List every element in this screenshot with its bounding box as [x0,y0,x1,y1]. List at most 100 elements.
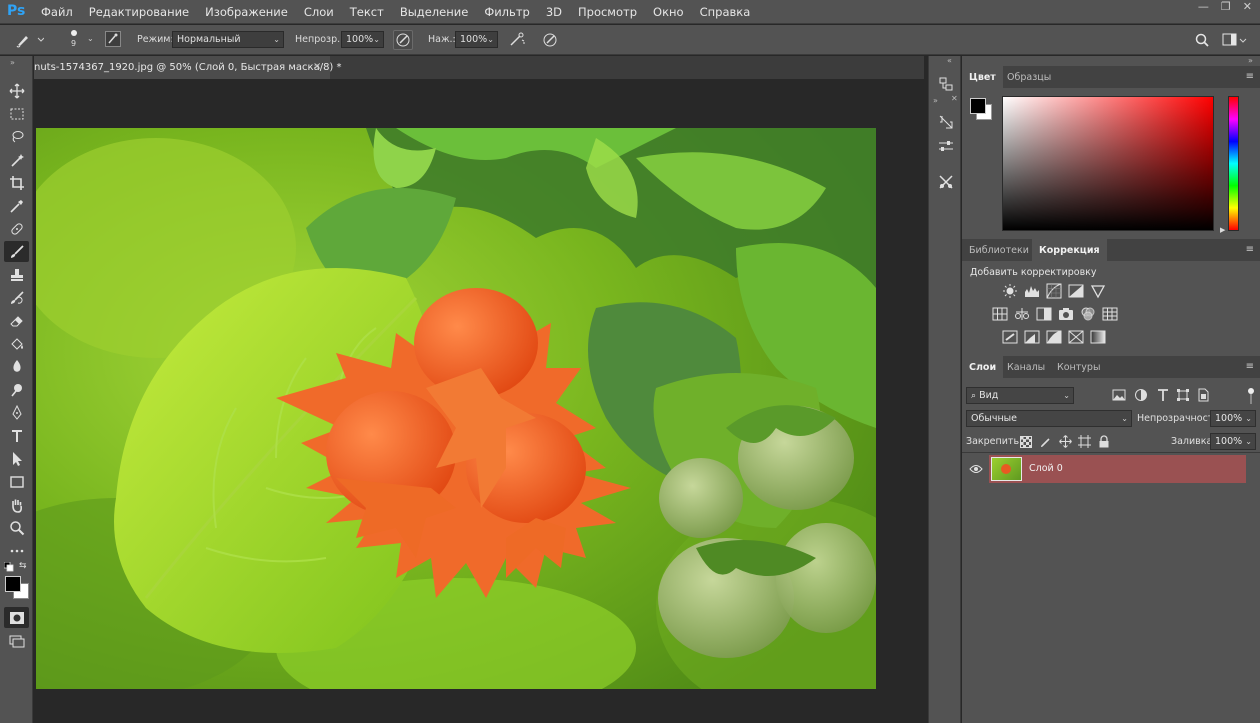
filter-toggle[interactable] [1246,387,1256,405]
workspace-icon[interactable] [1222,32,1248,48]
panel-menu-icon[interactable]: ≡ [1246,71,1254,82]
move-tool-icon[interactable] [4,80,29,101]
collapse-arrows-icon[interactable]: » [933,96,938,105]
document-tab[interactable]: nuts-1574367_1920.jpg @ 50% (Слой 0, Быс… [34,56,342,79]
black-white-icon[interactable] [1036,306,1052,322]
menu-view[interactable]: Просмотр [578,5,637,19]
more-tools-icon[interactable] [4,540,29,561]
quick-mask-icon[interactable] [4,607,29,628]
exposure-icon[interactable] [1068,283,1084,299]
blur-tool-icon[interactable] [4,356,29,377]
close-window-button[interactable]: ✕ [1243,0,1252,13]
menu-help[interactable]: Справка [700,5,751,19]
brush-tool-icon[interactable] [4,241,29,262]
eraser-tool-icon[interactable] [4,310,29,331]
path-selection-tool-icon[interactable] [4,448,29,469]
posterize-icon[interactable] [1024,329,1040,345]
filter-shape-icon[interactable] [1176,388,1192,404]
brush-size-picker[interactable]: 9 ⌄ [64,28,94,52]
type-tool-icon[interactable] [4,425,29,446]
opacity-input[interactable]: 100% ⌄ [341,31,384,48]
filter-pixel-icon[interactable] [1112,388,1128,404]
hue-saturation-icon[interactable] [992,306,1008,322]
tab-layers[interactable]: Слои [962,356,1004,378]
brush-tool-preset-icon[interactable] [14,31,44,49]
fill-input[interactable]: 100% ⌄ [1210,433,1256,450]
blend-mode-select[interactable]: Обычные ⌄ [966,410,1132,427]
lock-artboard-icon[interactable] [1078,435,1094,451]
color-field[interactable] [1002,96,1214,231]
panel-menu-icon[interactable]: ≡ [1246,361,1254,372]
history-brush-tool-icon[interactable] [4,287,29,308]
color-lookup-icon[interactable] [1102,306,1118,322]
default-colors-icon[interactable] [4,562,14,572]
hand-tool-icon[interactable] [4,494,29,515]
menu-file[interactable]: Файл [41,5,73,19]
adjustments-panel-icon[interactable] [934,136,957,156]
tool-presets-icon[interactable] [934,172,957,192]
flow-input[interactable]: 100% ⌄ [455,31,498,48]
layer-row[interactable]: Слой 0 [962,455,1260,483]
mode-select[interactable]: Нормальный ⌄ [172,31,284,48]
color-balance-icon[interactable] [1014,306,1030,322]
brush-panel-icon[interactable] [105,31,121,47]
properties-panel-icon[interactable] [934,112,957,132]
invert-icon[interactable] [1002,329,1018,345]
layer-filter-select[interactable]: ⌕ Вид ⌄ [966,387,1074,404]
panel-menu-icon[interactable]: ≡ [1246,244,1254,255]
filter-adjustment-icon[interactable] [1134,388,1150,404]
brightness-contrast-icon[interactable] [1002,283,1018,299]
pressure-size-icon[interactable] [541,31,559,49]
tab-adjustments[interactable]: Коррекция [1032,239,1107,261]
layer-opacity-input[interactable]: 100% ⌄ [1210,410,1256,427]
lock-transparent-icon[interactable] [1020,436,1036,452]
restore-button[interactable]: ❐ [1221,0,1231,13]
pressure-opacity-button[interactable] [393,30,413,50]
lasso-tool-icon[interactable] [4,126,29,147]
menu-type[interactable]: Текст [350,5,384,19]
photo-filter-icon[interactable] [1058,306,1074,322]
eyedropper-tool-icon[interactable] [4,195,29,216]
tab-channels[interactable]: Каналы [1000,356,1052,378]
lock-pixels-icon[interactable] [1040,436,1056,452]
foreground-color-swatch[interactable] [5,576,21,592]
lock-position-icon[interactable] [1059,435,1075,451]
menu-filter[interactable]: Фильтр [484,5,530,19]
close-tab-icon[interactable]: × [313,61,321,72]
tab-paths[interactable]: Контуры [1050,356,1107,378]
gradient-map-icon[interactable] [1090,329,1106,345]
menu-edit[interactable]: Редактирование [89,5,189,19]
quick-select-tool-icon[interactable] [4,149,29,170]
tab-color[interactable]: Цвет [962,66,1003,88]
swap-colors-icon[interactable]: ⇆ [19,561,27,571]
menu-layers[interactable]: Слои [304,5,334,19]
airbrush-icon[interactable] [508,31,526,49]
channel-mixer-icon[interactable] [1080,306,1096,322]
zoom-tool-icon[interactable] [4,517,29,538]
foreground-color-swatch[interactable] [970,98,986,114]
tab-swatches[interactable]: Образцы [1000,66,1058,88]
screen-mode-icon[interactable] [4,630,29,651]
selective-color-icon[interactable] [1068,329,1084,345]
expand-arrows-icon[interactable]: « [947,56,952,65]
dodge-tool-icon[interactable] [4,379,29,400]
search-icon[interactable] [1194,32,1210,48]
filter-smart-object-icon[interactable] [1196,388,1212,404]
paint-bucket-tool-icon[interactable] [4,333,29,354]
document-image[interactable] [36,128,876,689]
curves-icon[interactable] [1046,283,1062,299]
minimize-button[interactable]: — [1198,0,1209,13]
menu-3d[interactable]: 3D [546,5,562,19]
filter-type-icon[interactable] [1156,388,1172,404]
menu-window[interactable]: Окно [653,5,684,19]
history-panel-icon[interactable] [934,74,957,94]
rectangle-tool-icon[interactable] [4,471,29,492]
crop-tool-icon[interactable] [4,172,29,193]
healing-brush-tool-icon[interactable] [4,218,29,239]
close-icon[interactable]: ✕ [951,94,958,103]
menu-select[interactable]: Выделение [400,5,469,19]
marquee-tool-icon[interactable] [4,103,29,124]
hue-slider[interactable] [1228,96,1239,231]
collapse-arrows-icon[interactable]: » [10,58,15,67]
threshold-icon[interactable] [1046,329,1062,345]
